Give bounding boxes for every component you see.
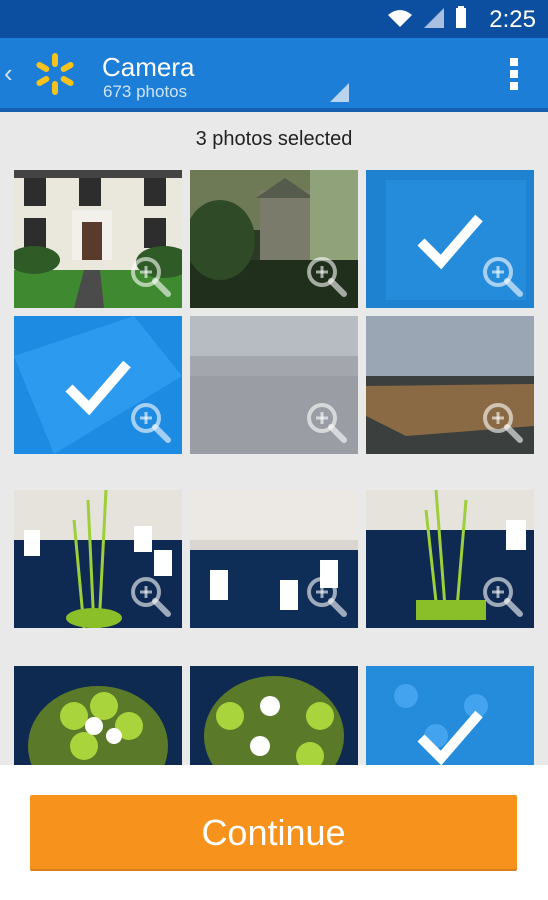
zoom-icon[interactable] — [480, 254, 524, 298]
signal-icon — [424, 8, 444, 28]
photo-tile-aerial-coast[interactable] — [366, 316, 534, 454]
zoom-icon[interactable] — [480, 400, 524, 444]
wifi-icon — [388, 10, 412, 27]
app-bar: ‹ Camera 673 photos — [0, 38, 548, 112]
overflow-menu-icon[interactable] — [510, 58, 518, 94]
photo-tile-banquet-2[interactable] — [190, 490, 358, 628]
selection-count: 3 photos selected — [195, 128, 353, 150]
zoom-icon[interactable] — [304, 254, 348, 298]
back-chevron-icon[interactable]: ‹ — [4, 58, 13, 89]
zoom-icon[interactable] — [128, 254, 172, 298]
zoom-icon[interactable] — [128, 400, 172, 444]
status-icons — [386, 6, 468, 30]
battery-icon — [456, 6, 466, 28]
continue-button[interactable]: Continue — [30, 795, 517, 871]
photo-tile-banquet-1[interactable] — [14, 490, 182, 628]
photo-tile-house[interactable] — [14, 170, 182, 308]
zoom-icon[interactable] — [304, 400, 348, 444]
photo-tile-garden-shed[interactable] — [190, 170, 358, 308]
album-title[interactable]: Camera — [102, 52, 194, 83]
checkmark-icon — [417, 710, 483, 766]
photo-tile-clouds[interactable] — [190, 316, 358, 454]
status-bar: 2:25 — [0, 0, 548, 38]
zoom-icon[interactable] — [480, 574, 524, 618]
dropdown-triangle-icon[interactable] — [330, 83, 349, 102]
zoom-icon[interactable] — [304, 574, 348, 618]
walmart-spark-logo-icon — [36, 53, 74, 95]
photo-tile-pool[interactable] — [14, 316, 182, 454]
album-photo-count: 673 photos — [103, 82, 188, 101]
zoom-icon[interactable] — [128, 574, 172, 618]
photo-tile-water-steps[interactable] — [366, 170, 534, 308]
status-time: 2:25 — [489, 6, 536, 33]
checkmark-icon — [65, 360, 131, 416]
checkmark-icon — [417, 214, 483, 270]
photo-tile-banquet-3[interactable] — [366, 490, 534, 628]
